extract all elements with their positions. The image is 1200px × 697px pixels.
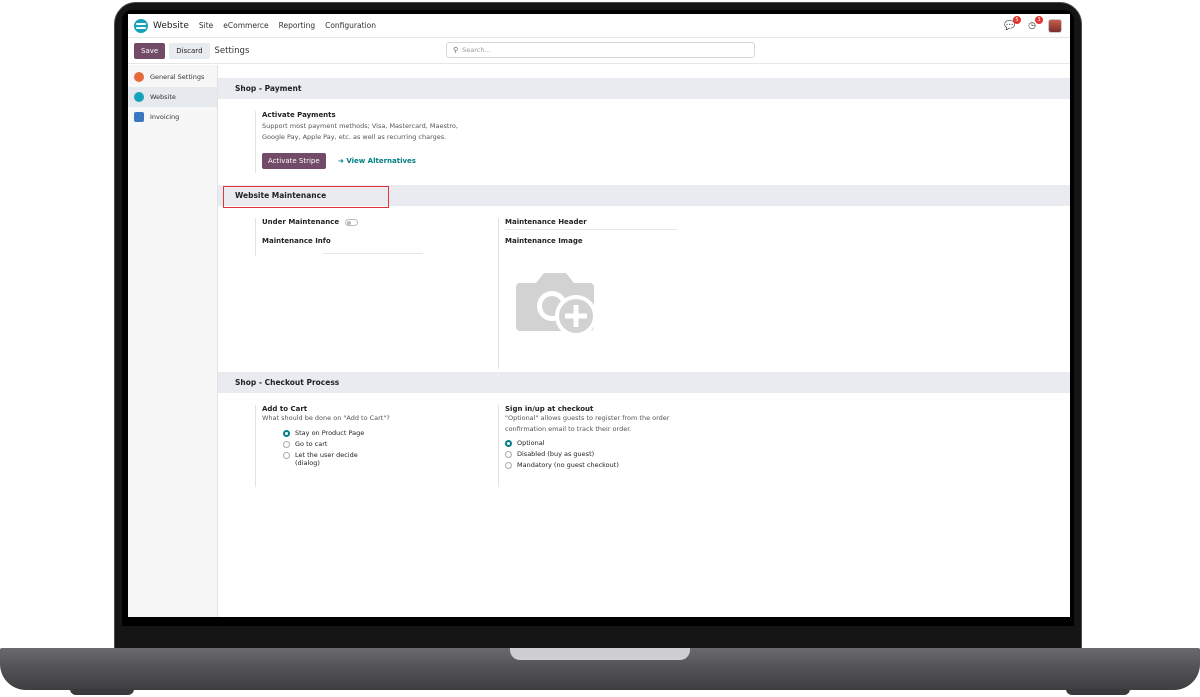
maintenance-header-label: Maintenance Header — [505, 218, 587, 226]
radio-icon[interactable] — [505, 451, 512, 458]
radio-checked-icon[interactable] — [505, 440, 512, 447]
radio-label-line2: (dialog) — [295, 459, 320, 467]
radio-checked-icon[interactable] — [283, 430, 290, 437]
activity-badge: 3 — [1035, 15, 1043, 24]
chat-badge: 5 — [1013, 15, 1021, 24]
save-button[interactable]: Save — [134, 42, 166, 59]
radio-label: Mandatory (no guest checkout) — [517, 461, 619, 469]
top-navbar: Website Site eCommerce Reporting Configu… — [128, 14, 1070, 38]
website-app-icon — [134, 92, 144, 102]
sidebar-item-label: Invoicing — [150, 113, 180, 121]
radio-label: Optional — [517, 439, 545, 447]
sidebar-item-general-settings[interactable]: General Settings — [128, 67, 217, 87]
search-icon: ⚲ — [453, 46, 459, 54]
avatar[interactable] — [1048, 18, 1062, 33]
view-alternatives-link[interactable]: ➜ View Alternatives — [338, 157, 416, 165]
add-to-cart-title: Add to Cart — [262, 405, 308, 413]
radio-label: Disabled (buy as guest) — [517, 450, 595, 458]
discard-button[interactable]: Discard — [169, 42, 210, 59]
setting-description-line2: Google Pay, Apple Pay, etc. as well as r… — [262, 133, 447, 141]
sign-in-options: Optional Disabled (buy as guest) Mandato… — [505, 439, 718, 469]
activate-stripe-button[interactable]: Activate Stripe — [262, 153, 326, 169]
menu-reporting[interactable]: Reporting — [279, 21, 315, 30]
laptop-notch — [510, 648, 690, 660]
under-maintenance-row: Under Maintenance — [262, 218, 425, 226]
chat-icon[interactable]: 💬 5 — [1004, 15, 1021, 32]
menu-configuration[interactable]: Configuration — [325, 21, 376, 30]
app-screen: Website Site eCommerce Reporting Configu… — [128, 14, 1070, 617]
radio-let-user-decide[interactable]: Let the user decide (dialog) — [283, 451, 455, 467]
radio-optional[interactable]: Optional — [505, 439, 718, 447]
add-to-cart-description: What should be done on "Add to Cart"? — [262, 414, 390, 422]
settings-content: Shop - Payment Activate Payments Support… — [218, 65, 1070, 617]
search-input[interactable]: ⚲ Search... — [446, 42, 755, 58]
invoicing-icon — [134, 112, 144, 122]
add-to-cart-options: Stay on Product Page Go to cart Let the … — [283, 429, 455, 467]
camera-add-icon[interactable] — [516, 267, 598, 339]
maintenance-info-field[interactable] — [323, 253, 423, 254]
radio-label-line1: Let the user decide — [295, 451, 358, 459]
sidebar-item-invoicing[interactable]: Invoicing — [128, 107, 217, 127]
laptop-foot-left — [70, 689, 134, 695]
radio-mandatory[interactable]: Mandatory (no guest checkout) — [505, 461, 718, 469]
laptop-foot-right — [1066, 689, 1130, 695]
sign-in-description-line1: "Optional" allows guests to register fro… — [505, 414, 670, 422]
radio-icon[interactable] — [283, 441, 290, 448]
sidebar-item-website[interactable]: Website — [128, 87, 217, 107]
control-panel: Save Discard Settings ⚲ Search... — [128, 38, 1070, 64]
radio-go-to-cart[interactable]: Go to cart — [283, 440, 455, 448]
view-alternatives-label: View Alternatives — [346, 157, 416, 165]
sign-in-title: Sign in/up at checkout — [505, 405, 594, 413]
radio-icon[interactable] — [505, 462, 512, 469]
maintenance-image-label: Maintenance Image — [505, 237, 583, 245]
under-maintenance-label: Under Maintenance — [262, 218, 340, 226]
setting-add-to-cart: Add to Cart What should be done on "Add … — [255, 405, 455, 487]
menu-site[interactable]: Site — [199, 21, 213, 30]
radio-disabled[interactable]: Disabled (buy as guest) — [505, 450, 718, 458]
sidebar-item-label: General Settings — [150, 73, 205, 81]
setting-maintenance-left: Under Maintenance Maintenance Info — [255, 218, 425, 256]
under-maintenance-toggle[interactable] — [344, 218, 358, 226]
highlight-box — [223, 186, 389, 208]
menu-ecommerce[interactable]: eCommerce — [223, 21, 268, 30]
website-app-icon[interactable] — [134, 18, 148, 33]
sign-in-description-line2: confirmation email to track their order. — [505, 425, 632, 433]
systray: 💬 5 ◷ 3 — [1004, 15, 1070, 33]
setting-title: Activate Payments — [262, 111, 336, 119]
radio-label: Let the user decide (dialog) — [295, 451, 358, 467]
radio-icon[interactable] — [283, 452, 290, 459]
search-placeholder: Search... — [462, 46, 491, 54]
setting-sign-in-checkout: Sign in/up at checkout "Optional" allows… — [498, 405, 718, 487]
section-checkout-process: Shop - Checkout Process — [218, 372, 1070, 393]
app-name[interactable]: Website — [153, 21, 189, 31]
radio-stay-on-product-page[interactable]: Stay on Product Page — [283, 429, 455, 437]
maintenance-header-field[interactable] — [505, 229, 677, 230]
radio-label: Go to cart — [295, 440, 328, 448]
settings-sidebar: General Settings Website Invoicing — [128, 65, 218, 617]
maintenance-info-label: Maintenance Info — [262, 237, 331, 245]
setting-description-line1: Support most payment methods; Visa, Mast… — [262, 122, 458, 130]
general-settings-icon — [134, 72, 144, 82]
sidebar-item-label: Website — [150, 93, 176, 101]
breadcrumb: Settings — [214, 45, 250, 56]
radio-label: Stay on Product Page — [295, 429, 365, 437]
clock-icon[interactable]: ◷ 3 — [1026, 15, 1043, 32]
section-shop-payment: Shop - Payment — [218, 78, 1070, 99]
